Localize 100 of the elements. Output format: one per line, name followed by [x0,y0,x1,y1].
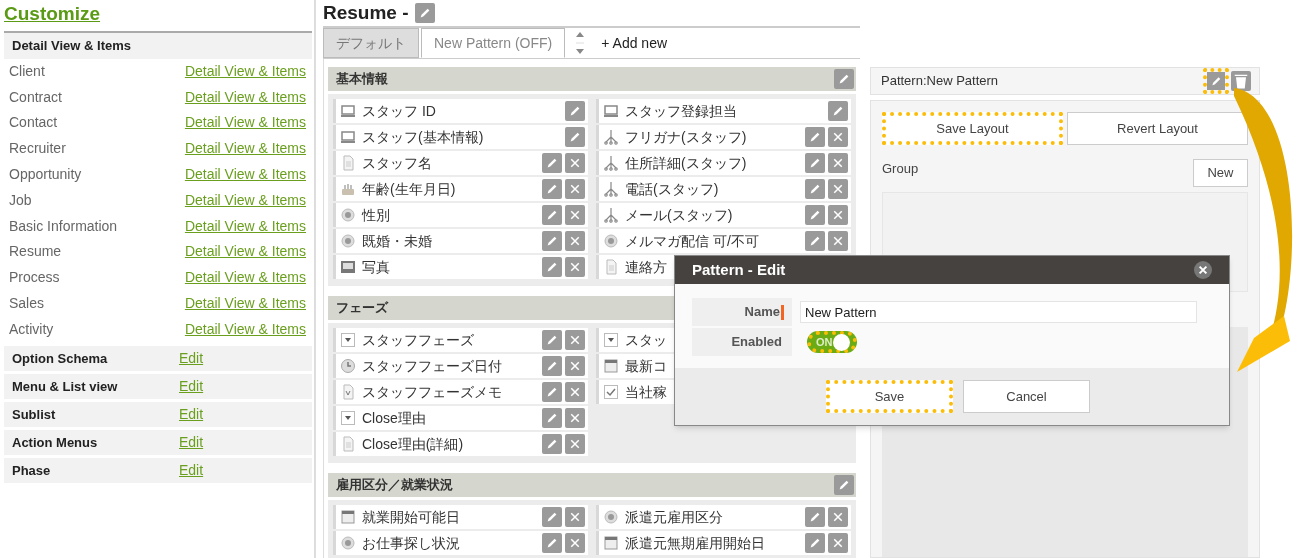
edit-icon[interactable] [542,356,562,376]
object-label: Opportunity [9,165,82,185]
field-label: お仕事探し状況 [362,533,460,553]
field-label: 電話(スタッフ) [625,179,719,199]
name-field[interactable]: New Pattern [800,301,1197,323]
enabled-label: Enabled [731,333,782,352]
group-label: Group [882,160,919,178]
layout-button[interactable]: Revert Layout [1067,112,1248,145]
delete-icon[interactable] [828,179,848,199]
field-item[interactable]: スタッフフェーズ日付 [333,354,588,378]
delete-icon[interactable] [565,382,585,402]
edit-icon[interactable] [805,507,825,527]
edit-icon[interactable] [542,533,562,553]
field-item[interactable]: メール(スタッフ) [596,203,851,227]
delete-icon[interactable] [565,205,585,225]
edit-icon[interactable] [542,257,562,277]
field-item[interactable]: フリガナ(スタッフ) [596,125,851,149]
delete-icon[interactable] [565,434,585,454]
delete-icon[interactable] [828,533,848,553]
dropdown-icon [603,332,619,348]
delete-icon[interactable] [565,179,585,199]
field-label: スタッフフェーズ日付 [362,356,502,376]
delete-icon[interactable] [565,231,585,251]
edit-icon[interactable] [542,408,562,428]
field-item[interactable]: Close理由(詳細) [333,432,588,456]
field-item[interactable]: スタッフ名 [333,151,588,175]
delete-icon[interactable] [828,205,848,225]
edit-icon[interactable] [805,179,825,199]
field-item[interactable]: スタッフ登録担当 [596,99,851,123]
edit-icon[interactable] [542,330,562,350]
layout-button[interactable]: Save Layout [882,112,1063,145]
field-item[interactable]: 派遣元無期雇用開始日 [596,531,851,555]
delete-icon[interactable] [828,153,848,173]
field-item[interactable]: 年齢(生年月日) [333,177,588,201]
edit-icon[interactable] [805,231,825,251]
delete-icon[interactable] [828,231,848,251]
edit-icon[interactable] [542,434,562,454]
field-item[interactable]: スタッフ ID [333,99,588,123]
field-item[interactable]: Close理由 [333,406,588,430]
delete-icon[interactable] [565,533,585,553]
radio-icon [340,207,356,223]
field-item[interactable]: 写真 [333,255,588,279]
field-item[interactable]: お仕事探し状況 [333,531,588,555]
field-item[interactable]: 既婚・未婚 [333,229,588,253]
delete-icon[interactable] [565,408,585,428]
edit-section-icon[interactable] [834,475,854,495]
edit-icon[interactable] [542,179,562,199]
field-item[interactable]: 派遣元雇用区分 [596,505,851,529]
field-item[interactable]: メルマガ配信 可/不可 [596,229,851,253]
edit-title-icon[interactable] [414,3,435,23]
edit-pattern-icon[interactable] [1203,68,1229,94]
edit-icon[interactable] [805,153,825,173]
field-item[interactable]: 住所詳細(スタッフ) [596,151,851,175]
delete-icon[interactable] [828,507,848,527]
field-item[interactable]: スタッフフェーズ [333,328,588,352]
edit-icon[interactable] [542,153,562,173]
field-item[interactable]: スタッフ(基本情報) [333,125,588,149]
field-label: 既婚・未婚 [362,231,432,251]
pattern-tab[interactable]: デフォルト [323,28,419,58]
edit-icon[interactable] [805,533,825,553]
pattern-tab[interactable]: New Pattern (OFF) [421,28,566,58]
name-label: Name [744,303,780,322]
dialog-button[interactable]: Save [826,380,953,413]
field-item[interactable]: 就業開始可能日 [333,505,588,529]
edit-icon[interactable] [542,507,562,527]
edit-icon[interactable] [565,127,585,147]
calendar-icon [340,509,356,525]
edit-icon[interactable] [828,101,848,121]
calendar-icon [603,535,619,551]
field-item[interactable]: スタッフフェーズメモ [333,380,588,404]
object-label: Contract [9,87,62,107]
edit-icon[interactable] [542,205,562,225]
close-icon[interactable] [1194,261,1212,279]
new-group-button[interactable]: New [1193,159,1248,187]
dialog-button[interactable]: Cancel [963,380,1090,413]
delete-icon[interactable] [565,257,585,277]
edit-section-icon[interactable] [834,69,854,89]
section-label: Menu & List view [12,378,119,396]
edit-icon[interactable] [805,205,825,225]
delete-icon[interactable] [565,153,585,173]
delete-icon[interactable] [565,507,585,527]
field-label: Close理由 [362,408,426,428]
radio-icon [603,233,619,249]
delete-icon[interactable] [565,356,585,376]
trash-icon[interactable] [1231,71,1251,91]
edit-icon[interactable] [542,231,562,251]
monitor-icon [340,129,356,145]
edit-icon[interactable] [542,382,562,402]
hierarchy-icon [603,207,619,223]
edit-icon[interactable] [565,101,585,121]
field-label: 就業開始可能日 [362,507,460,527]
delete-icon[interactable] [565,330,585,350]
checkbox-icon [603,384,619,400]
delete-icon[interactable] [828,127,848,147]
memo-icon [340,384,356,400]
field-label: 住所詳細(スタッフ) [625,153,747,173]
add-new-button[interactable]: + Add new [593,28,676,58]
edit-icon[interactable] [805,127,825,147]
field-item[interactable]: 性別 [333,203,588,227]
field-item[interactable]: 電話(スタッフ) [596,177,851,201]
